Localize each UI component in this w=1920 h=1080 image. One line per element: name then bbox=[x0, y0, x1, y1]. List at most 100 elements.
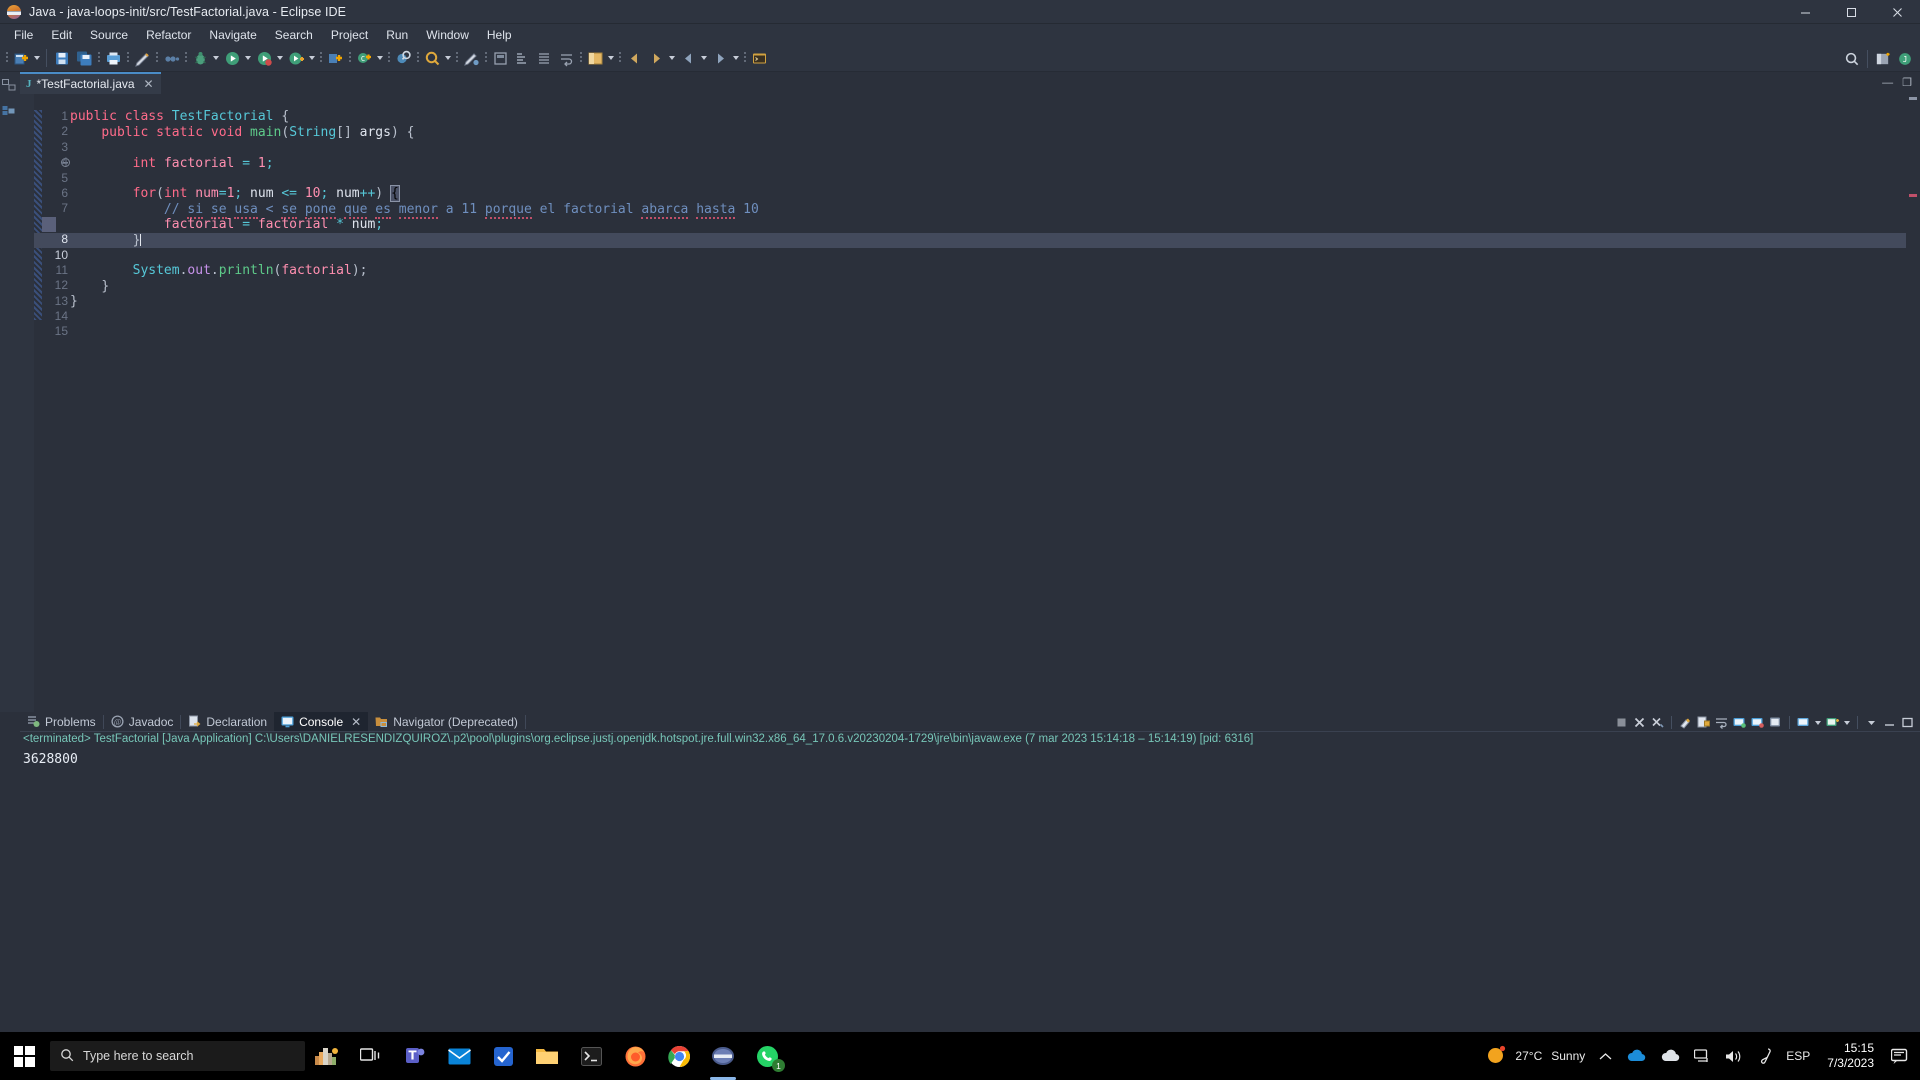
maximize-button[interactable] bbox=[1828, 0, 1874, 24]
code-line-4[interactable]: 4 bbox=[34, 140, 1906, 169]
menu-source[interactable]: Source bbox=[81, 26, 137, 44]
new-wizard-dropdown-icon[interactable] bbox=[32, 48, 41, 68]
toolbar-drag-handle-5[interactable] bbox=[184, 50, 187, 66]
toolbar-drag-handle-7[interactable] bbox=[348, 50, 351, 66]
toolbar-drag-handle-11[interactable] bbox=[484, 50, 487, 66]
teams-icon[interactable] bbox=[393, 1032, 437, 1080]
debug-icon[interactable] bbox=[190, 48, 210, 68]
code-line-15[interactable]: 15 bbox=[34, 309, 1906, 338]
editor-overview-ruler[interactable] bbox=[1906, 94, 1920, 712]
editor-marker-gutter[interactable] bbox=[20, 94, 34, 712]
close-icon[interactable]: ✕ bbox=[144, 78, 154, 90]
toolbar-drag-handle-2[interactable] bbox=[97, 50, 100, 66]
code-line-13[interactable]: 13 } bbox=[34, 279, 1906, 308]
coverage-icon[interactable] bbox=[254, 48, 274, 68]
open-type-icon[interactable] bbox=[393, 48, 413, 68]
minimize-button[interactable] bbox=[1782, 0, 1828, 24]
code-line-9[interactable]: 9 factorial = factorial * num; bbox=[34, 217, 1906, 246]
volume-icon[interactable] bbox=[1718, 1032, 1750, 1080]
remove-launch-icon[interactable] bbox=[1631, 714, 1648, 731]
perspective-icon[interactable] bbox=[585, 48, 605, 68]
search-dropdown-icon[interactable] bbox=[443, 48, 452, 68]
pin-console-icon[interactable] bbox=[1767, 714, 1784, 731]
close-button[interactable] bbox=[1874, 0, 1920, 24]
previous-annotation-icon[interactable] bbox=[678, 48, 698, 68]
tab-javadoc[interactable]: @ Javadoc bbox=[104, 712, 181, 731]
whatsapp-icon[interactable]: 1 bbox=[745, 1032, 789, 1080]
code-line-2[interactable]: 2 public class TestFactorial { bbox=[34, 109, 1906, 138]
task-view-icon[interactable] bbox=[349, 1032, 393, 1080]
toolbar-drag-handle-13[interactable] bbox=[618, 50, 621, 66]
new-class-icon[interactable]: C bbox=[354, 48, 374, 68]
word-wrap-icon[interactable] bbox=[1713, 714, 1730, 731]
maximize-panel-icon[interactable] bbox=[1899, 714, 1916, 731]
clear-console-icon[interactable] bbox=[1677, 714, 1694, 731]
menu-project[interactable]: Project bbox=[322, 26, 377, 44]
open-perspective-icon[interactable] bbox=[1873, 49, 1893, 69]
new-class-dropdown-icon[interactable] bbox=[375, 48, 384, 68]
toolbar-drag-handle-14[interactable] bbox=[743, 50, 746, 66]
package-explorer-icon[interactable] bbox=[2, 104, 18, 118]
firefox-icon[interactable] bbox=[613, 1032, 657, 1080]
code-line-6[interactable]: 6 bbox=[34, 171, 1906, 200]
restore-view-icon[interactable] bbox=[2, 78, 18, 92]
cloud-icon[interactable] bbox=[1653, 1032, 1687, 1080]
coverage-dropdown-icon[interactable] bbox=[275, 48, 284, 68]
code-line-10[interactable]: 10 } bbox=[34, 232, 1906, 262]
skip-breakpoints-icon[interactable] bbox=[161, 48, 181, 68]
toolbar-drag-handle-9[interactable] bbox=[416, 50, 419, 66]
code-line-5[interactable]: 5 int factorial = 1; bbox=[34, 156, 1906, 185]
file-explorer-icon[interactable] bbox=[525, 1032, 569, 1080]
cortana-icon[interactable] bbox=[305, 1032, 349, 1080]
chevron-up-icon[interactable] bbox=[1592, 1032, 1619, 1080]
terminate-icon[interactable] bbox=[1613, 714, 1630, 731]
minimize-editor-icon[interactable]: — bbox=[1882, 77, 1893, 89]
run-icon[interactable] bbox=[222, 48, 242, 68]
eclipse-icon[interactable] bbox=[701, 1032, 745, 1080]
start-button[interactable] bbox=[0, 1032, 48, 1080]
run-dropdown-icon[interactable] bbox=[243, 48, 252, 68]
toolbar-drag-handle-12[interactable] bbox=[579, 50, 582, 66]
maximize-editor-icon[interactable]: ❐ bbox=[1902, 76, 1912, 89]
todo-icon[interactable] bbox=[481, 1032, 525, 1080]
debug-dropdown-icon[interactable] bbox=[211, 48, 220, 68]
menu-window[interactable]: Window bbox=[417, 26, 478, 44]
perspective-dropdown-icon[interactable] bbox=[606, 48, 615, 68]
toolbar-drag-handle-10[interactable] bbox=[455, 50, 458, 66]
new-wizard-icon[interactable] bbox=[11, 48, 31, 68]
toolbar-drag-handle[interactable] bbox=[5, 50, 8, 66]
menu-refactor[interactable]: Refactor bbox=[137, 26, 200, 44]
forward-dropdown-icon[interactable] bbox=[667, 48, 676, 68]
onedrive-icon[interactable] bbox=[1619, 1032, 1653, 1080]
external-tools-icon[interactable] bbox=[286, 48, 306, 68]
code-line-1[interactable]: 1 bbox=[34, 94, 1906, 123]
toolbar-drag-handle-8[interactable] bbox=[387, 50, 390, 66]
toggle-word-wrap-icon[interactable] bbox=[556, 48, 576, 68]
menu-run[interactable]: Run bbox=[377, 26, 417, 44]
open-console-dropdown-icon[interactable] bbox=[1842, 713, 1851, 733]
code-line-11[interactable]: 11 bbox=[34, 248, 1906, 277]
tab-console[interactable]: Console ✕ bbox=[274, 712, 369, 731]
display-console-dropdown-icon[interactable] bbox=[1813, 713, 1822, 733]
forward-icon[interactable] bbox=[646, 48, 666, 68]
quick-access-search-icon[interactable] bbox=[1842, 49, 1862, 69]
save-all-icon[interactable] bbox=[74, 48, 94, 68]
open-console-icon[interactable] bbox=[1824, 714, 1841, 731]
weather-widget[interactable]: 27°C Sunny bbox=[1479, 1032, 1592, 1080]
menu-help[interactable]: Help bbox=[478, 26, 521, 44]
show-console-on-output-icon[interactable] bbox=[1731, 714, 1748, 731]
code-line-14[interactable]: 14 } bbox=[34, 294, 1906, 323]
code-line-12[interactable]: 12 System.out.println(factorial); bbox=[34, 263, 1906, 292]
show-console-on-error-icon[interactable] bbox=[1749, 714, 1766, 731]
editor-tab-testfactorial[interactable]: J *TestFactorial.java ✕ bbox=[20, 72, 161, 94]
code-line-7[interactable]: 7 for(int num=1; num <= 10; num++) { bbox=[34, 185, 1906, 215]
menu-file[interactable]: File bbox=[5, 26, 42, 44]
toolbar-drag-handle-4[interactable] bbox=[155, 50, 158, 66]
toggle-block-selection-icon[interactable] bbox=[534, 48, 554, 68]
toggle-whitespace-icon[interactable] bbox=[512, 48, 532, 68]
tab-navigator[interactable]: Navigator (Deprecated) bbox=[368, 712, 525, 731]
external-tools-dropdown-icon[interactable] bbox=[307, 48, 316, 68]
display-selected-console-icon[interactable] bbox=[1795, 714, 1812, 731]
menu-edit[interactable]: Edit bbox=[42, 26, 81, 44]
network-icon[interactable] bbox=[1687, 1032, 1718, 1080]
